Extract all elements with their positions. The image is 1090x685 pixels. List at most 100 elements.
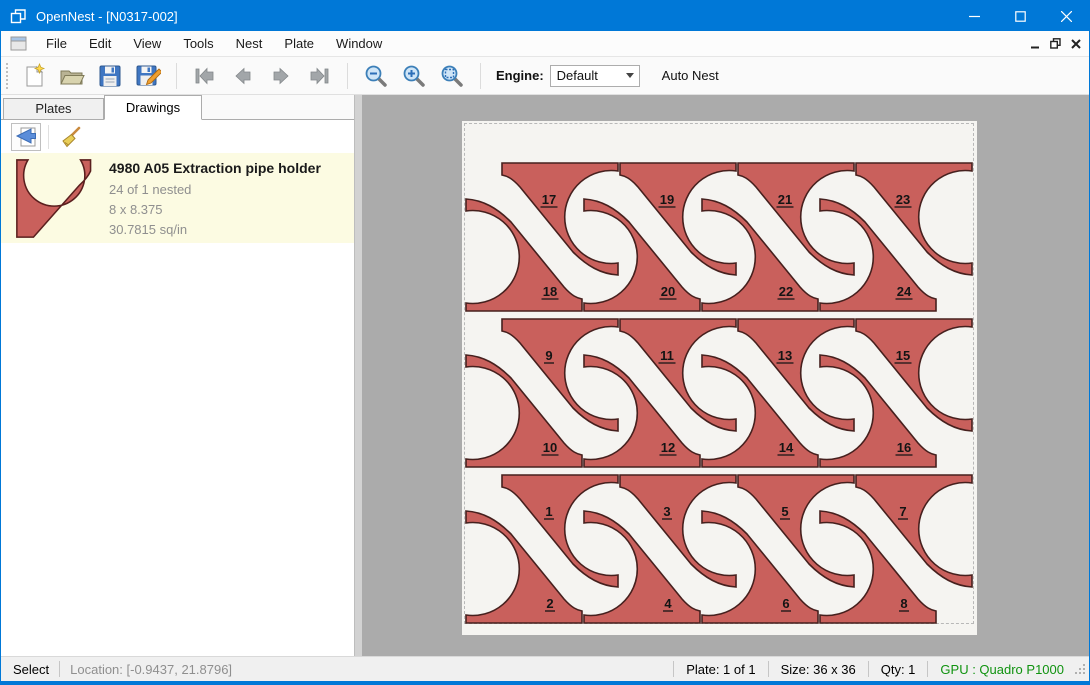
part-number: 20: [661, 284, 675, 299]
go-previous-icon: [230, 63, 256, 89]
mdi-close-icon: [1071, 39, 1081, 49]
menu-window[interactable]: Window: [325, 32, 393, 55]
status-mode: Select: [13, 662, 49, 677]
drawings-toolbar: [1, 120, 354, 153]
tab-drawings[interactable]: Drawings: [104, 95, 202, 120]
main-toolbar: Engine: Default Auto Nest: [1, 57, 1089, 95]
app-icon: [10, 8, 27, 25]
go-previous-button[interactable]: [226, 60, 260, 92]
auto-nest-button[interactable]: Auto Nest: [656, 64, 725, 87]
nest-canvas[interactable]: 171819202122232491011121314151612345678: [362, 95, 1089, 656]
panel-splitter[interactable]: [354, 95, 362, 656]
tab-plates[interactable]: Plates: [3, 98, 104, 119]
menu-plate[interactable]: Plate: [273, 32, 325, 55]
engine-selected-value: Default: [557, 68, 598, 83]
part-number: 6: [782, 596, 789, 611]
chevron-down-icon: [626, 73, 634, 78]
menu-bar: FileEditViewToolsNestPlateWindow: [1, 31, 1089, 57]
part-title: 4980 A05 Extraction pipe holder: [109, 160, 321, 176]
zoom-extents-button[interactable]: [435, 60, 469, 92]
menu-tools[interactable]: Tools: [172, 32, 224, 55]
part-number: 7: [899, 504, 906, 519]
part-number: 8: [900, 596, 907, 611]
zoom-out-icon: [363, 63, 389, 89]
mdi-window-controls: [1030, 38, 1081, 49]
part-number: 11: [660, 348, 674, 363]
part-number: 9: [545, 348, 552, 363]
drawing-list-item[interactable]: 4980 A05 Extraction pipe holder 24 of 1 …: [1, 153, 354, 243]
status-gpu: GPU : Quadro P1000: [938, 662, 1074, 677]
go-next-button[interactable]: [264, 60, 298, 92]
new-file-button[interactable]: [17, 60, 51, 92]
save-as-icon: [135, 63, 161, 89]
save-button[interactable]: [93, 60, 127, 92]
status-qty: Qty: 1: [879, 662, 918, 677]
go-first-button[interactable]: [188, 60, 222, 92]
part-number: 23: [896, 192, 910, 207]
maximize-button[interactable]: [997, 1, 1043, 31]
mdi-close-button[interactable]: [1071, 39, 1081, 49]
mdi-restore-button[interactable]: [1050, 38, 1061, 49]
go-next-icon: [268, 63, 294, 89]
part-number: 18: [543, 284, 557, 299]
mdi-minimize-icon: [1030, 39, 1040, 49]
status-separator: [927, 661, 928, 677]
close-button[interactable]: [1043, 1, 1089, 31]
part-number: 21: [778, 192, 792, 207]
status-bar: Select Location: [-0.9437, 21.8796] Plat…: [1, 656, 1089, 681]
tab-strip: Plates Drawings: [1, 95, 354, 120]
clean-broom-icon: [59, 125, 83, 149]
minimize-button[interactable]: [951, 1, 997, 31]
status-separator: [59, 661, 60, 677]
open-folder-icon: [59, 63, 85, 89]
part-number: 4: [664, 596, 672, 611]
toolbar-separator: [176, 63, 177, 89]
panel-toolbar-separator: [48, 125, 49, 149]
part-number: 24: [897, 284, 912, 299]
app-window: OpenNest - [N0317-002] FileEditViewTools…: [0, 0, 1090, 685]
maximize-icon: [1015, 11, 1026, 22]
part-number: 1: [545, 504, 552, 519]
part-number: 3: [663, 504, 670, 519]
window-bottom-edge: [1, 681, 1089, 684]
resize-grip[interactable]: [1074, 663, 1086, 675]
status-plate: Plate: 1 of 1: [684, 662, 757, 677]
window-title: OpenNest - [N0317-002]: [36, 9, 951, 24]
part-number: 10: [543, 440, 557, 455]
engine-label: Engine:: [496, 68, 544, 83]
part-area: 30.7815 sq/in: [109, 222, 321, 237]
menu-nest[interactable]: Nest: [225, 32, 274, 55]
nested-parts-drawing: 171819202122232491011121314151612345678: [462, 121, 977, 635]
part-number: 13: [778, 348, 792, 363]
part-size: 8 x 8.375: [109, 202, 321, 217]
zoom-extents-icon: [439, 63, 465, 89]
zoom-in-button[interactable]: [397, 60, 431, 92]
status-separator: [673, 661, 674, 677]
go-last-button[interactable]: [302, 60, 336, 92]
left-panel: Plates Drawings: [1, 95, 354, 656]
open-file-button[interactable]: [55, 60, 89, 92]
zoom-out-button[interactable]: [359, 60, 393, 92]
menu-view[interactable]: View: [122, 32, 172, 55]
back-import-button[interactable]: [11, 123, 41, 151]
minimize-icon: [969, 11, 980, 22]
menu-file[interactable]: File: [35, 32, 78, 55]
part-number: 14: [779, 440, 794, 455]
part-number: 16: [897, 440, 911, 455]
toolbar-separator: [480, 63, 481, 89]
part-number: 22: [779, 284, 793, 299]
engine-select[interactable]: Default: [550, 65, 640, 87]
part-number: 15: [896, 348, 910, 363]
mdi-child-icon[interactable]: [10, 36, 27, 51]
save-as-button[interactable]: [131, 60, 165, 92]
part-nested-count: 24 of 1 nested: [109, 182, 321, 197]
part-number: 2: [546, 596, 553, 611]
status-separator: [868, 661, 869, 677]
go-last-icon: [306, 63, 332, 89]
part-number: 12: [661, 440, 675, 455]
part-number: 17: [542, 192, 556, 207]
toolbar-grip[interactable]: [6, 63, 9, 89]
menu-edit[interactable]: Edit: [78, 32, 122, 55]
clean-broom-button[interactable]: [56, 123, 86, 151]
mdi-minimize-button[interactable]: [1030, 39, 1040, 49]
